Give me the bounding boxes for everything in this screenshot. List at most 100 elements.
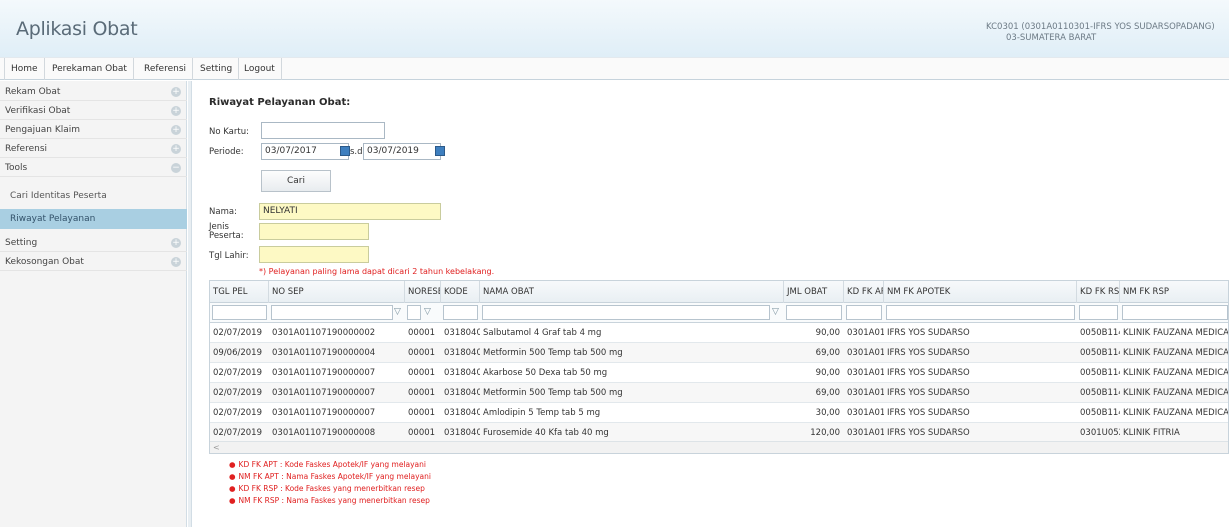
table-cell: IFRS YOS SUDARSO	[887, 328, 970, 338]
filter-input[interactable]	[1079, 305, 1118, 320]
table-cell: 0301A01107190000007	[272, 408, 376, 418]
menu-logout[interactable]: Logout	[238, 58, 282, 80]
column-header[interactable]: KD FK APT	[844, 281, 884, 303]
sidebar-item-label: Verifikasi Obat	[5, 106, 71, 116]
sidebar-item-rekam-obat[interactable]: Rekam Obat +	[0, 83, 187, 101]
calendar-icon[interactable]	[340, 146, 350, 156]
table-row[interactable]: 02/07/2019 0301A01107190000007 00001 031804…	[210, 403, 1228, 423]
bullet-icon: ●	[229, 460, 236, 469]
sidebar-subitem-cari-identitas[interactable]: Cari Identitas Peserta	[0, 186, 187, 206]
table-cell: 031804000030	[444, 368, 480, 378]
menu-home[interactable]: Home	[4, 58, 45, 80]
table-row[interactable]: 09/06/2019 0301A01107190000004 00001 031804…	[210, 343, 1229, 363]
user-info-line1: KC0301 (0301A0110301-IFRS YOS SUDARSOPAD…	[986, 22, 1215, 32]
periode-to-input[interactable]: 03/07/2019	[363, 143, 441, 160]
filter-input[interactable]	[271, 305, 393, 320]
expand-icon[interactable]: +	[171, 125, 181, 135]
collapse-icon[interactable]: −	[171, 163, 181, 173]
nama-label: Nama:	[209, 207, 237, 217]
expand-icon[interactable]: +	[171, 87, 181, 97]
table-cell: 00001	[408, 428, 436, 438]
sidebar-item-label: Kekosongan Obat	[5, 257, 84, 267]
table-cell: KLINIK FAUZANA MEDICA	[1123, 328, 1229, 338]
table-cell: 0301A01107190000002	[272, 328, 376, 338]
no-kartu-label: No Kartu:	[209, 127, 249, 137]
legend-item: ● KD FK APT : Kode Faskes Apotek/IF yang …	[229, 460, 426, 469]
table-cell: 0050B114	[1080, 388, 1120, 398]
table-cell: 90,00	[815, 328, 840, 338]
column-header[interactable]: NORESEP	[405, 281, 441, 303]
filter-input[interactable]	[407, 305, 421, 320]
column-header[interactable]: NM FK RSP	[1120, 281, 1228, 303]
filter-input[interactable]	[212, 305, 267, 320]
calendar-icon[interactable]	[435, 146, 445, 156]
table-cell: 031804002390	[444, 348, 480, 358]
table-cell: Amlodipin 5 Temp tab 5 mg	[483, 408, 601, 418]
menu-perekaman-obat[interactable]: Perekaman Obat	[46, 58, 134, 80]
filter-input[interactable]	[1122, 305, 1228, 320]
table-cell: IFRS YOS SUDARSO	[887, 388, 970, 398]
table-cell: 00001	[408, 348, 436, 358]
table-cell: 0301A01107190000008	[272, 428, 376, 438]
horizontal-scrollbar[interactable]: <	[210, 441, 1228, 453]
table-cell: 02/07/2019	[213, 368, 262, 378]
table-cell: 0050B114	[1080, 368, 1120, 378]
scroll-left-icon[interactable]: <	[213, 443, 220, 452]
table-row[interactable]: 02/07/2019 0301A01107190000007 00001 031804…	[210, 363, 1228, 383]
column-header[interactable]: JML OBAT	[784, 281, 844, 303]
column-header[interactable]: KODE	[441, 281, 480, 303]
column-header[interactable]: TGL PEL	[210, 281, 269, 303]
sidebar-item-setting[interactable]: Setting +	[0, 234, 187, 252]
sidebar-item-tools[interactable]: Tools −	[0, 159, 187, 177]
filter-icon[interactable]: ▽	[772, 307, 781, 317]
cari-button[interactable]: Cari	[261, 170, 331, 192]
table-cell: 00001	[408, 408, 436, 418]
sidebar-item-referensi[interactable]: Referensi +	[0, 140, 187, 158]
table-cell: 0301A011	[847, 368, 884, 378]
table-cell: 120,00	[810, 428, 840, 438]
filter-input[interactable]	[846, 305, 882, 320]
sidebar-item-verifikasi-obat[interactable]: Verifikasi Obat +	[0, 102, 187, 120]
filter-icon[interactable]: ▽	[424, 307, 433, 317]
sidebar-subitem-riwayat-pelayanan[interactable]: Riwayat Pelayanan	[0, 209, 187, 229]
expand-icon[interactable]: +	[171, 238, 181, 248]
table-cell: 09/06/2019	[213, 348, 262, 358]
filter-input[interactable]	[786, 305, 842, 320]
column-header[interactable]: NO SEP	[269, 281, 405, 303]
column-header[interactable]: KD FK RSP	[1077, 281, 1120, 303]
column-header[interactable]: NM FK APOTEK	[884, 281, 1077, 303]
filter-input[interactable]	[443, 305, 478, 320]
expand-icon[interactable]: +	[171, 106, 181, 116]
table-cell: 69,00	[815, 348, 840, 358]
periode-from-input[interactable]: 03/07/2017	[261, 143, 349, 160]
sidebar-item-kekosongan-obat[interactable]: Kekosongan Obat +	[0, 253, 187, 271]
column-header[interactable]: NAMA OBAT	[480, 281, 784, 303]
table-cell: IFRS YOS SUDARSO	[887, 348, 970, 358]
sidebar-splitter[interactable]	[188, 81, 192, 527]
table-row[interactable]: 02/07/2019 0301A01107190000008 00001 031804…	[210, 423, 1228, 443]
filter-icon[interactable]: ▽	[394, 307, 403, 317]
table-cell: KLINIK FAUZANA MEDICA	[1123, 348, 1229, 358]
expand-icon[interactable]: +	[171, 144, 181, 154]
periode-label: Periode:	[209, 147, 244, 157]
table-cell: 0301A011	[847, 328, 884, 338]
table-row[interactable]: 02/07/2019 0301A01107190000007 00001 031804…	[210, 383, 1228, 403]
main-content: Riwayat Pelayanan Obat: No Kartu: Period…	[193, 81, 1229, 527]
jenis-peserta-label: Jenis Peserta:	[209, 222, 244, 241]
no-kartu-input[interactable]	[261, 122, 385, 139]
table-cell: 02/07/2019	[213, 388, 262, 398]
menu-setting[interactable]: Setting	[194, 58, 240, 80]
table-cell: 90,00	[815, 368, 840, 378]
sidebar-item-label: Pengajuan Klaim	[5, 125, 81, 135]
grid-header: TGL PEL NO SEP NORESEP KODE NAMA OBAT JM…	[210, 281, 1228, 303]
sidebar-item-pengajuan-klaim[interactable]: Pengajuan Klaim +	[0, 121, 187, 139]
filter-input[interactable]	[886, 305, 1075, 320]
filter-input[interactable]	[482, 305, 770, 320]
bullet-icon: ●	[229, 472, 236, 481]
table-row[interactable]: 02/07/2019 0301A01107190000002 00001 031804…	[210, 323, 1229, 343]
menu-referensi[interactable]: Referensi	[138, 58, 194, 80]
table-cell: 0050B114	[1080, 348, 1120, 358]
table-cell: 0301A011	[847, 388, 884, 398]
expand-icon[interactable]: +	[171, 257, 181, 267]
table-cell: Salbutamol 4 Graf tab 4 mg	[483, 328, 602, 338]
